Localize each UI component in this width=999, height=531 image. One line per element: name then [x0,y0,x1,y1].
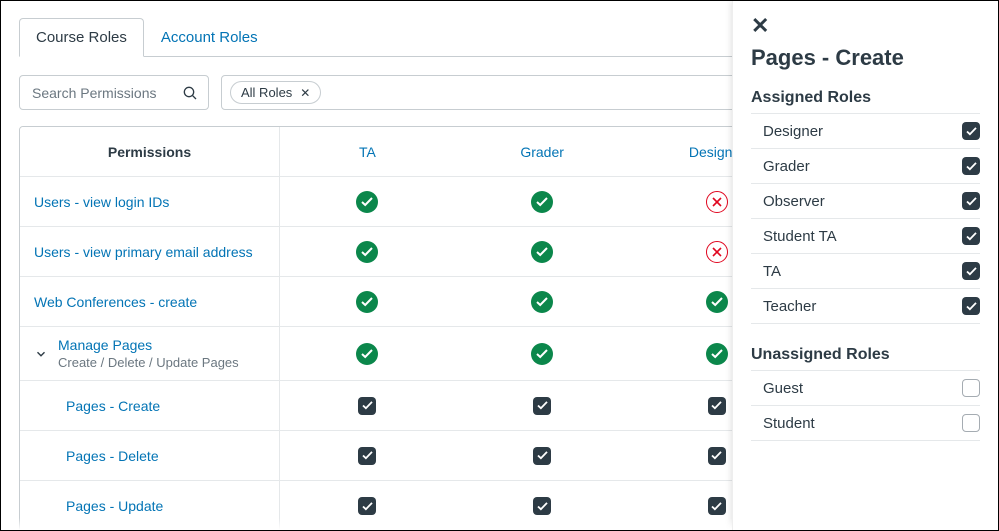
search-input[interactable] [30,84,170,102]
cell-r4-grader[interactable] [455,381,630,430]
tab-course-roles[interactable]: Course Roles [19,18,144,57]
perm-web-conferences-create[interactable]: Web Conferences - create [34,294,197,310]
checkbox-checked-icon[interactable] [962,157,980,175]
cell-r5-grader[interactable] [455,431,630,480]
enabled-icon [356,291,378,313]
checkbox-checked-icon[interactable] [962,122,980,140]
cell-r5-ta[interactable] [280,431,455,480]
checkbox-checked-icon [533,447,551,465]
checkbox-checked-icon [708,397,726,415]
cell-r0-ta[interactable] [280,177,455,226]
assigned-roles-heading: Assigned Roles [751,89,980,107]
cell-r1-grader[interactable] [455,227,630,276]
assigned-roles-list: Designer Grader Observer Student TA TA T… [751,113,980,324]
enabled-icon [531,241,553,263]
enabled-icon [706,291,728,313]
checkbox-checked-icon[interactable] [962,192,980,210]
enabled-icon [356,241,378,263]
checkbox-checked-icon [358,497,376,515]
cell-r3-ta[interactable] [280,327,455,380]
enabled-icon [531,343,553,365]
cell-r3-grader[interactable] [455,327,630,380]
checkbox-checked-icon[interactable] [962,297,980,315]
search-box[interactable] [19,75,209,110]
assigned-role-item: Observer [751,184,980,219]
chip-label: All Roles [241,85,292,100]
perm-manage-pages-title: Manage Pages [58,337,239,353]
checkbox-empty-icon[interactable] [962,379,980,397]
assigned-role-item: Designer [751,114,980,149]
disabled-icon [706,191,728,213]
cell-r1-ta[interactable] [280,227,455,276]
cell-r2-ta[interactable] [280,277,455,326]
checkbox-checked-icon [533,497,551,515]
enabled-icon [356,343,378,365]
perm-pages-create[interactable]: Pages - Create [66,398,160,414]
disabled-icon [706,241,728,263]
checkbox-checked-icon [533,397,551,415]
col-ta-header[interactable]: TA [280,127,455,176]
perm-manage-pages-desc: Create / Delete / Update Pages [58,355,239,370]
panel-title: Pages - Create [751,45,980,71]
cell-r4-ta[interactable] [280,381,455,430]
perm-users-view-login-ids[interactable]: Users - view login IDs [34,194,169,210]
chevron-down-icon [34,347,48,361]
enabled-icon [531,191,553,213]
checkbox-empty-icon[interactable] [962,414,980,432]
col-grader-header[interactable]: Grader [455,127,630,176]
cell-r2-grader[interactable] [455,277,630,326]
tab-account-roles[interactable]: Account Roles [144,18,275,57]
perm-pages-delete[interactable]: Pages - Delete [66,448,159,464]
col-permissions-header: Permissions [20,127,280,176]
enabled-icon [706,343,728,365]
cell-r0-grader[interactable] [455,177,630,226]
unassigned-roles-list: Guest Student [751,370,980,441]
close-panel-button[interactable]: ✕ [751,13,769,39]
unassigned-role-item: Student [751,406,980,441]
checkbox-checked-icon [358,397,376,415]
perm-users-view-primary-email[interactable]: Users - view primary email address [34,244,253,260]
perm-pages-update[interactable]: Pages - Update [66,498,163,514]
assigned-role-item: Student TA [751,219,980,254]
side-panel: ✕ Pages - Create Assigned Roles Designer… [732,1,998,530]
chip-remove-icon[interactable]: ✕ [300,86,310,100]
perm-manage-pages-toggle[interactable]: Manage Pages Create / Delete / Update Pa… [34,337,239,370]
enabled-icon [356,191,378,213]
assigned-role-item: Grader [751,149,980,184]
chip-all-roles[interactable]: All Roles ✕ [230,81,321,104]
unassigned-roles-heading: Unassigned Roles [751,346,980,364]
checkbox-checked-icon [358,447,376,465]
enabled-icon [531,291,553,313]
unassigned-role-item: Guest [751,371,980,406]
checkbox-checked-icon[interactable] [962,262,980,280]
checkbox-checked-icon[interactable] [962,227,980,245]
assigned-role-item: Teacher [751,289,980,324]
assigned-role-item: TA [751,254,980,289]
checkbox-checked-icon [708,497,726,515]
search-icon [182,85,198,101]
checkbox-checked-icon [708,447,726,465]
